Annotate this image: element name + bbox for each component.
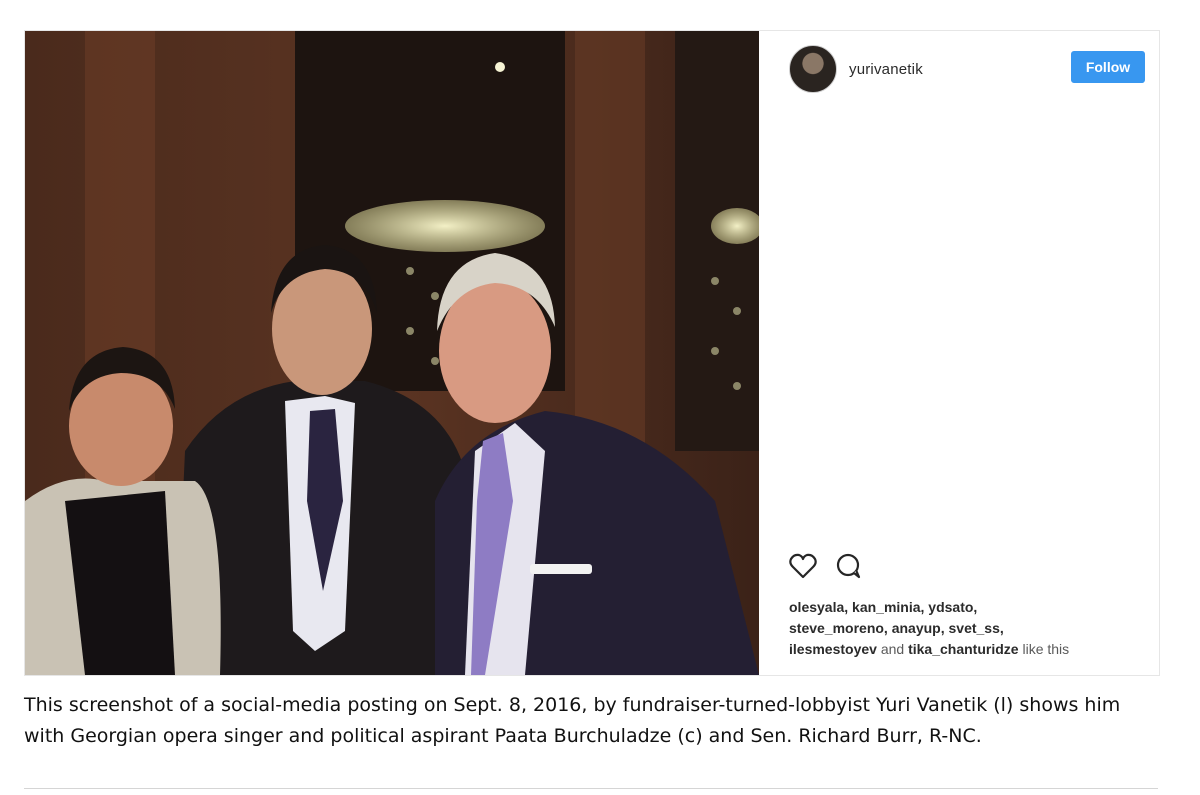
avatar[interactable] xyxy=(789,45,837,93)
post-photo-image xyxy=(25,31,759,675)
caption-divider xyxy=(24,788,1158,789)
username-link[interactable]: yurivanetik xyxy=(849,61,923,78)
social-media-post: yurivanetik Follow olesyala, kan_minia, … xyxy=(24,30,1160,676)
post-sidebar: yurivanetik Follow olesyala, kan_minia, … xyxy=(759,31,1159,675)
likes-users-line-3: ilesmestoyev and tika_chanturidze like t… xyxy=(789,639,1149,660)
photo-caption: This screenshot of a social-media postin… xyxy=(24,694,1121,747)
likes-users-line-1[interactable]: olesyala, kan_minia, ydsato, xyxy=(789,597,1149,618)
likes-suffix-text: like this xyxy=(1022,641,1070,657)
liker-link[interactable]: ilesmestoyev xyxy=(789,641,877,657)
likes-users-line-2[interactable]: steve_moreno, anayup, svet_ss, xyxy=(789,618,1149,639)
post-photo[interactable] xyxy=(25,31,759,675)
heart-icon[interactable] xyxy=(789,553,817,579)
likes-and-text: and xyxy=(880,641,905,657)
follow-button[interactable]: Follow xyxy=(1071,51,1145,83)
comment-icon[interactable] xyxy=(835,553,863,579)
liker-link[interactable]: tika_chanturidze xyxy=(908,641,1018,657)
post-header: yurivanetik xyxy=(789,45,923,93)
post-actions xyxy=(789,553,863,579)
likes-summary: olesyala, kan_minia, ydsato, steve_moren… xyxy=(789,597,1149,660)
